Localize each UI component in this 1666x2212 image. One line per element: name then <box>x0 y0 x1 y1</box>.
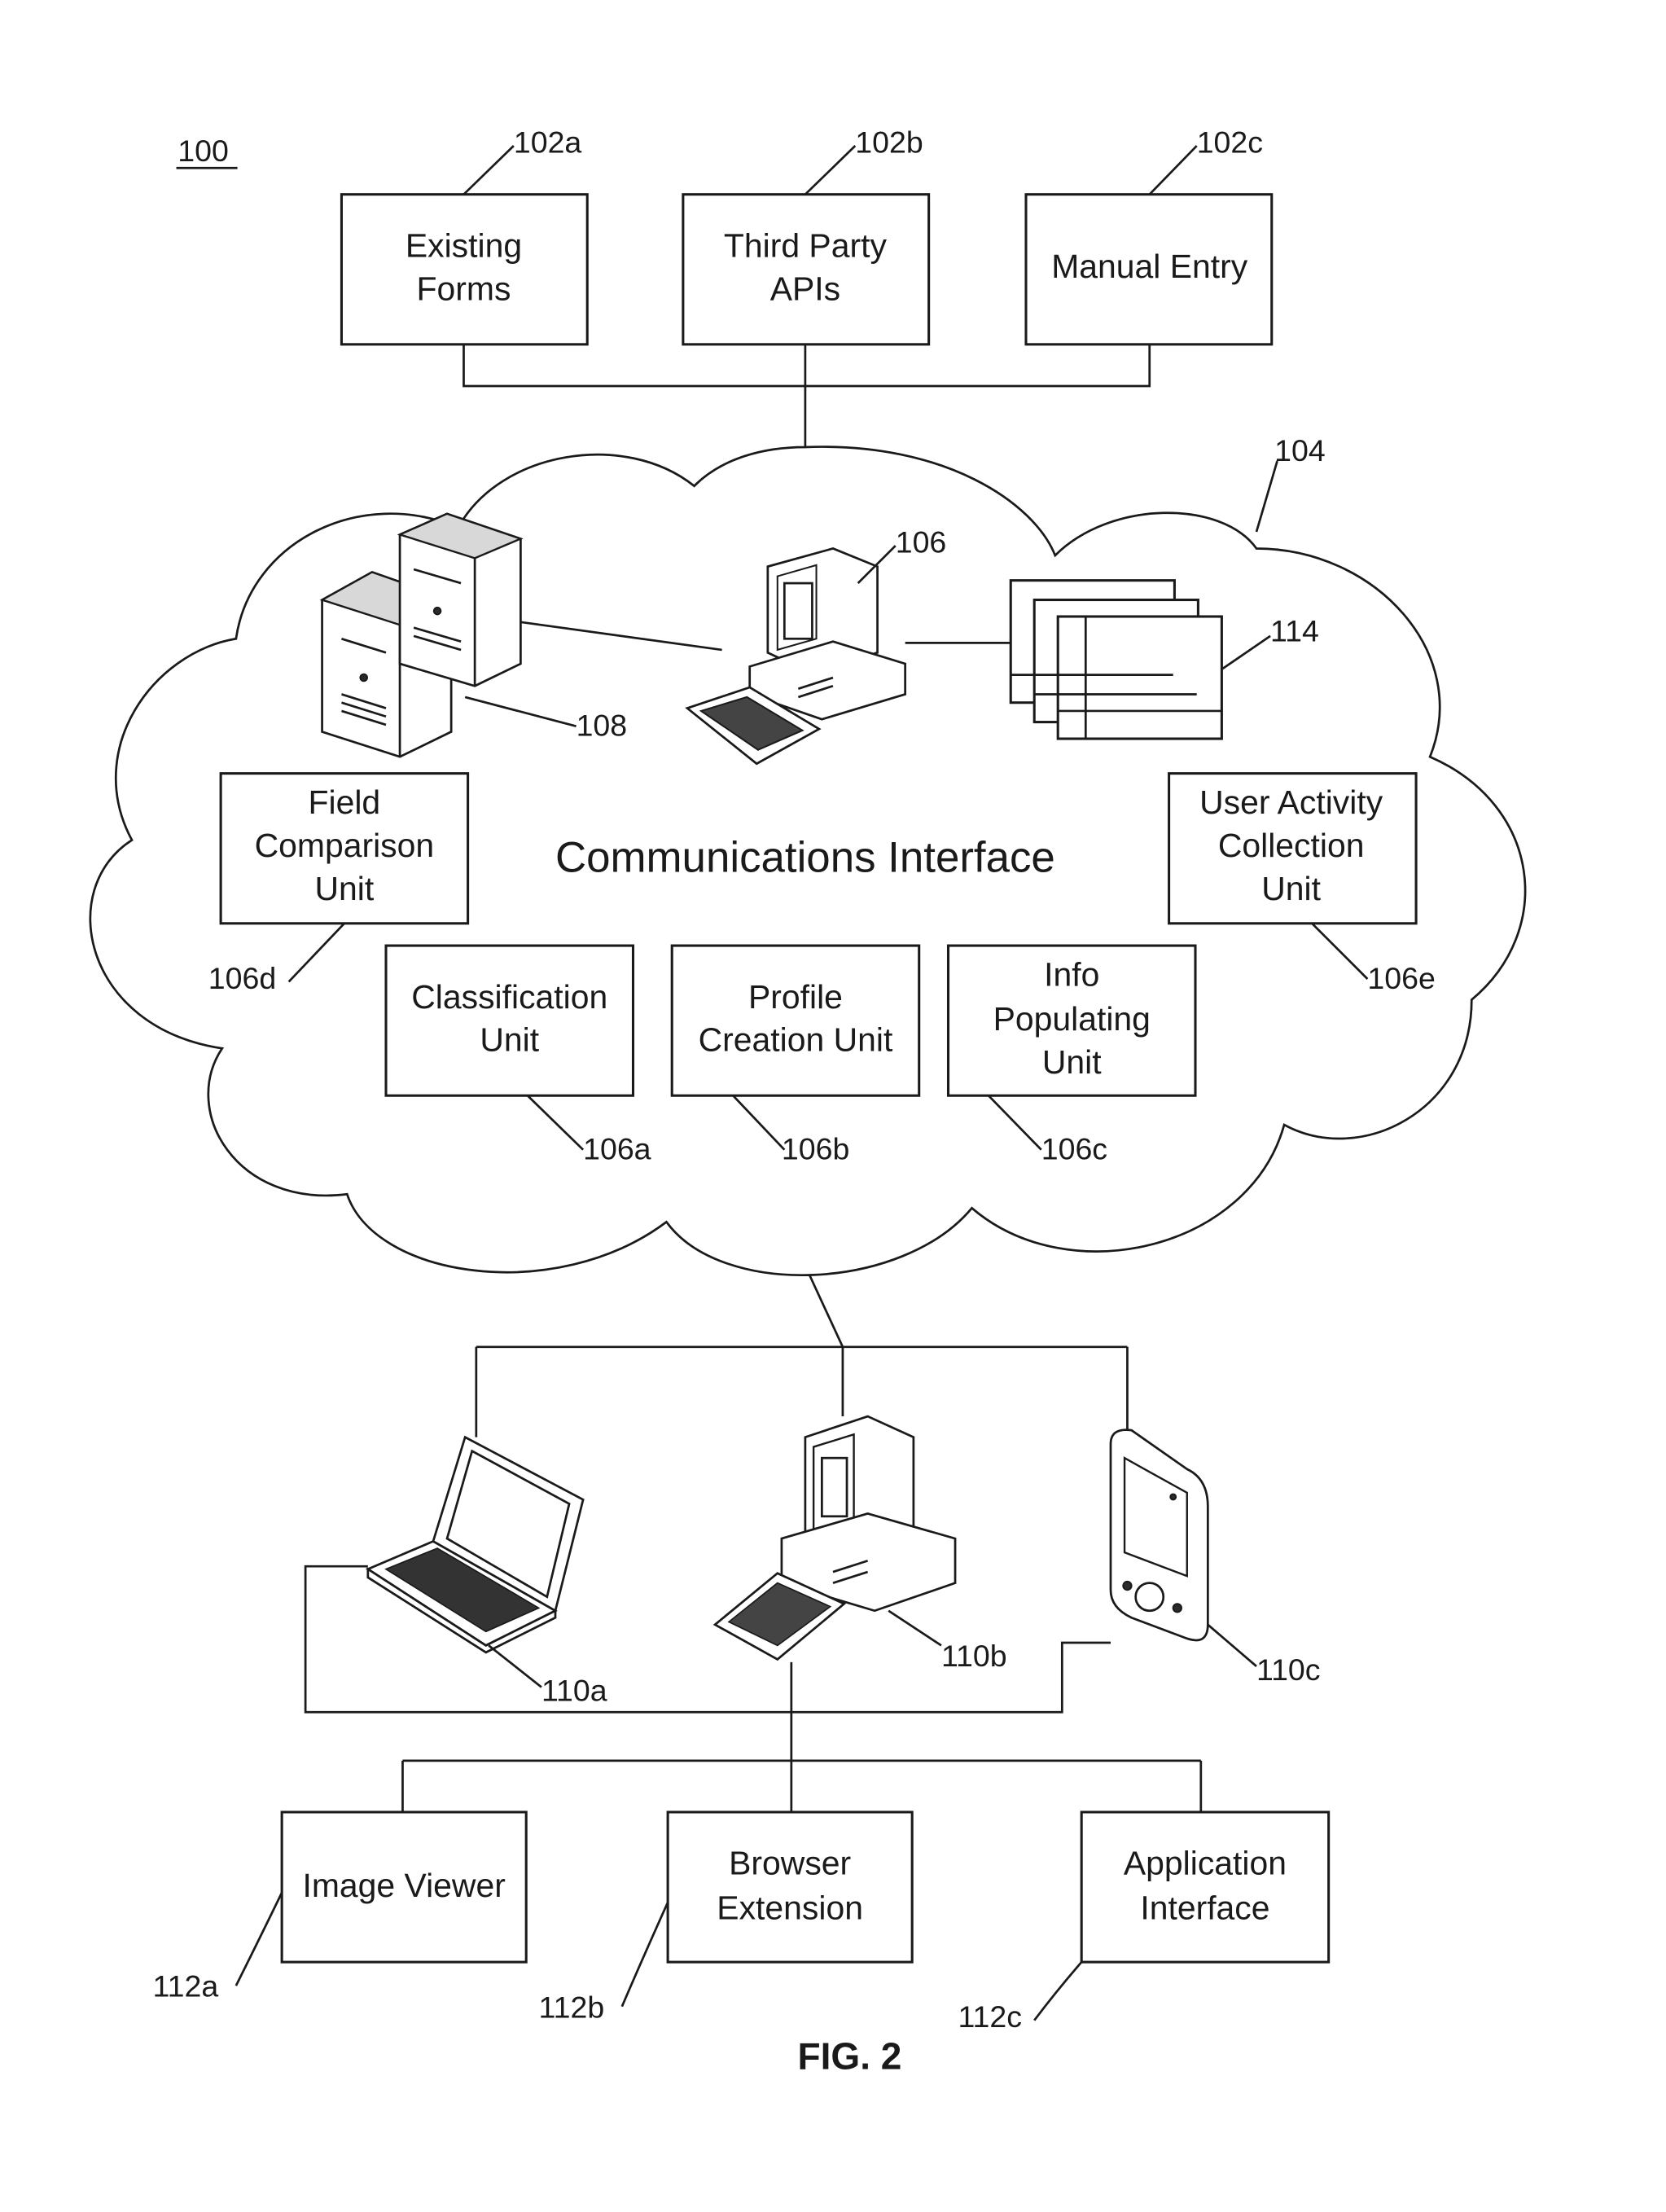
laptop-leader <box>488 1644 542 1688</box>
interface-box <box>1080 1810 1331 1964</box>
ref-label: 106d <box>208 961 276 995</box>
unit-label-line1: Profile <box>748 978 843 1016</box>
source-label-line2: Forms <box>417 270 511 307</box>
ref-label: 112a <box>153 1969 219 2004</box>
leader-line <box>804 145 857 195</box>
unit-label-line1: Classification <box>411 978 607 1016</box>
figure-caption: FIG. 2 <box>798 2034 902 2077</box>
source-manual-entry: Manual Entry 102c <box>1024 125 1274 346</box>
interface-label-line2: Extension <box>717 1889 863 1926</box>
leader-line <box>1033 1961 1083 2021</box>
database-server-ref-label: 108 <box>577 709 628 743</box>
unit-label-line3: Unit <box>1042 1043 1102 1081</box>
source-third-party-apis: Third Party APIs 102b <box>682 125 931 346</box>
source-label-line1: Manual Entry <box>1051 248 1248 285</box>
ref-label: 112c <box>958 1999 1022 2034</box>
interface-application: Application Interface 112c <box>958 1810 1331 2034</box>
unit-label-line3: Unit <box>1261 870 1321 907</box>
handheld-icon <box>1109 1429 1209 1642</box>
source-label-line2: APIs <box>770 270 840 307</box>
interface-image-viewer: Image Viewer 112a <box>153 1810 528 2004</box>
unit-label-line1: Field <box>309 783 381 821</box>
unit-label-line3: Unit <box>314 870 374 907</box>
desktop-icon <box>712 1415 957 1661</box>
leader-line <box>1148 145 1198 195</box>
leader-line <box>620 1902 669 2008</box>
client-bus-connector <box>475 1274 1129 1437</box>
interface-box <box>666 1810 914 1964</box>
ref-label: 112b <box>539 1990 605 2024</box>
ref-label: 102a <box>514 125 582 160</box>
central-computer-ref-label: 106 <box>896 525 947 560</box>
ref-label: 106a <box>583 1132 651 1166</box>
source-bus-connector <box>463 344 1151 447</box>
unit-label-line1: User Activity <box>1199 783 1383 821</box>
leader-line <box>235 1892 283 1986</box>
storage-icon <box>1009 579 1223 740</box>
source-existing-forms: Existing Forms 102a <box>340 125 589 346</box>
ref-label: 102c <box>1197 125 1263 160</box>
unit-label-line2: Populating <box>993 1000 1151 1038</box>
desktop-leader <box>888 1609 942 1647</box>
desktop-ref-label: 110b <box>941 1639 1007 1673</box>
unit-label-line2: Unit <box>480 1021 539 1059</box>
interface-label-line2: Interface <box>1140 1889 1269 1926</box>
unit-label-line2: Collection <box>1218 827 1365 864</box>
laptop-icon <box>365 1435 585 1654</box>
system-ref-label: 100 <box>178 134 229 168</box>
unit-label-line2: Comparison <box>255 827 435 864</box>
interface-bus-connector <box>401 1759 1203 1812</box>
ref-label: 106e <box>1367 961 1435 995</box>
ref-label: 106c <box>1041 1132 1107 1166</box>
interface-label-line1: Image Viewer <box>302 1867 505 1904</box>
unit-label-line2: Creation Unit <box>699 1021 893 1059</box>
source-label-line1: Existing <box>406 226 522 264</box>
handheld-leader <box>1207 1623 1257 1667</box>
ref-label: 106b <box>782 1132 849 1166</box>
source-label-line1: Third Party <box>724 226 888 264</box>
ref-label: 102b <box>855 125 923 160</box>
storage-ref-label: 114 <box>1270 614 1319 648</box>
cloud-leader-line <box>1255 460 1278 533</box>
leader-line <box>463 145 515 195</box>
interface-browser-extension: Browser Extension 112b <box>539 1810 914 2024</box>
laptop-ref-label: 110a <box>541 1674 607 1708</box>
handheld-ref-label: 110c <box>1256 1652 1321 1687</box>
interface-label-line1: Browser <box>729 1845 851 1882</box>
unit-label-line1: Info <box>1044 956 1099 994</box>
cloud-ref-label: 104 <box>1274 433 1326 467</box>
cloud-title: Communications Interface <box>555 834 1055 882</box>
system-diagram: 100 Existing Forms 102a Third Party APIs… <box>89 125 1527 2077</box>
interface-label-line1: Application <box>1124 1845 1287 1882</box>
